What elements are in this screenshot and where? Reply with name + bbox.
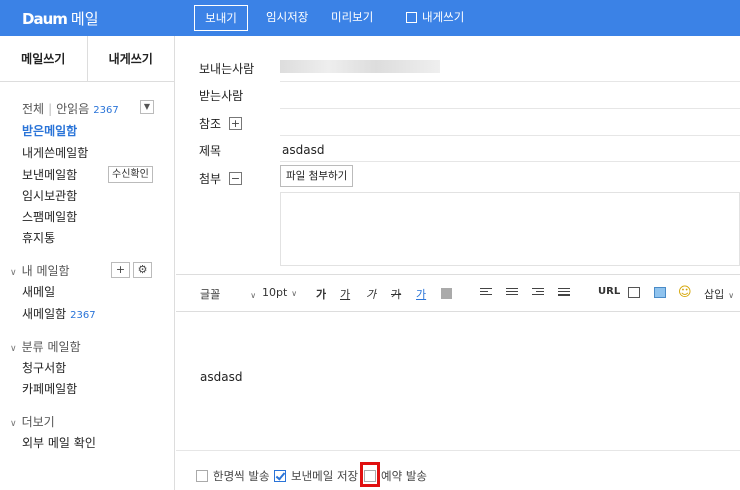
chevron-down-icon: ∨ xyxy=(10,268,17,278)
sidebar-item-bills[interactable]: 청구서함 xyxy=(22,359,66,376)
image-icon[interactable] xyxy=(628,287,640,298)
sidebar-item-new-mail[interactable]: 새메일 xyxy=(22,283,55,300)
top-bar: Daum 메일 보내기 임시저장 미리보기 내게쓰기 xyxy=(0,0,740,36)
editor-toolbar: 글꼴 ∨ 10pt ∨ 가 가 가 가 가 URL ☺ 삽입 ∨ xyxy=(176,274,740,312)
my-mailbox-title: 내 메일함 xyxy=(21,264,70,278)
unread-count[interactable]: 2367 xyxy=(93,105,118,116)
font-size-label: 10pt xyxy=(262,286,288,299)
send-to-self-checkbox[interactable] xyxy=(406,12,417,23)
all-mail-link[interactable]: 전체 xyxy=(22,102,44,116)
italic-button[interactable]: 가 xyxy=(366,286,376,302)
category-title: 분류 메일함 xyxy=(21,340,81,354)
sidebar-item-sent-to-self[interactable]: 내게쓴메일함 xyxy=(22,144,88,161)
tab-write-to-self[interactable]: 내게쓰기 xyxy=(86,36,175,81)
font-select-label: 글꼴 xyxy=(200,288,221,301)
sidebar-item-spam[interactable]: 스팸메일함 xyxy=(22,208,77,225)
to-label: 받는사람 xyxy=(199,89,244,103)
insert-label: 삽입 xyxy=(704,288,725,301)
add-folder-icon[interactable]: + xyxy=(111,262,130,278)
new-mailbox-label: 새메일함 xyxy=(22,307,67,321)
read-receipt-button[interactable]: 수신확인 xyxy=(108,166,153,183)
send-individually-checkbox[interactable] xyxy=(196,470,208,482)
gear-icon[interactable]: ⚙ xyxy=(133,262,152,278)
my-mailbox-header[interactable]: ∨ 내 메일함 xyxy=(10,262,70,279)
chevron-down-icon: ∨ xyxy=(291,289,298,298)
send-to-self-label: 내게쓰기 xyxy=(422,10,465,24)
send-individually-option[interactable]: 한명씩 발송 xyxy=(196,468,270,484)
sidebar-tabs: 메일쓰기 내게쓰기 xyxy=(0,36,174,82)
logo-text: Daum xyxy=(22,10,68,28)
sidebar: 메일쓰기 내게쓰기 전체 | 안읽음 2367 ▼ 받은메일함 내게쓴메일함 보낸메일… xyxy=(0,36,175,490)
sidebar-item-sent[interactable]: 보낸메일함 xyxy=(22,166,77,183)
new-mailbox-count: 2367 xyxy=(70,310,96,321)
horizontal-line-icon[interactable] xyxy=(558,288,570,299)
category-mailbox-header[interactable]: ∨ 분류 메일함 xyxy=(10,338,81,355)
underline-button[interactable]: 가 xyxy=(340,286,350,302)
sidebar-item-drafts[interactable]: 임시보관함 xyxy=(22,187,77,204)
from-label: 보내는사람 xyxy=(199,62,255,76)
font-size-select[interactable]: 10pt ∨ xyxy=(262,286,297,299)
cc-label: 참조 xyxy=(199,117,222,131)
message-body[interactable]: asdasd xyxy=(200,370,242,384)
reserve-send-label: 예약 발송 xyxy=(381,469,427,483)
service-name: 메일 xyxy=(70,10,99,28)
save-draft-button[interactable]: 임시저장 xyxy=(266,5,308,31)
save-sent-option[interactable]: 보낸메일 저장 xyxy=(274,468,358,484)
subject-input[interactable]: asdasd xyxy=(282,143,324,157)
compose-area: 보내는사람 받는사람 참조 + 제목 asdasd 첨부 − 파일 첨부하기 글… xyxy=(176,36,740,490)
emoticon-icon[interactable]: ☺ xyxy=(678,285,692,300)
save-sent-label: 보낸메일 저장 xyxy=(291,469,359,483)
save-sent-checkbox[interactable] xyxy=(274,470,286,482)
send-to-self-toggle[interactable]: 내게쓰기 xyxy=(406,5,464,31)
indent-icon[interactable] xyxy=(532,288,544,299)
url-button[interactable]: URL xyxy=(598,286,620,297)
attach-file-button[interactable]: 파일 첨부하기 xyxy=(280,165,354,187)
sidebar-item-cafe-mail[interactable]: 카페메일함 xyxy=(22,380,77,397)
sidebar-item-inbox[interactable]: 받은메일함 xyxy=(22,122,77,139)
tab-compose[interactable]: 메일쓰기 xyxy=(0,36,87,81)
background-color-icon[interactable] xyxy=(441,288,452,299)
chevron-down-icon: ∨ xyxy=(728,291,735,300)
more-header[interactable]: ∨ 더보기 xyxy=(10,413,55,430)
numbered-list-icon[interactable] xyxy=(506,288,518,299)
chevron-down-icon: ∨ xyxy=(250,291,257,300)
chevron-down-icon[interactable]: ▼ xyxy=(140,100,154,114)
table-icon[interactable] xyxy=(654,287,666,298)
attach-label: 첨부 xyxy=(199,172,222,186)
divider: | xyxy=(48,102,53,116)
subject-label: 제목 xyxy=(199,144,222,158)
mail-summary: 전체 | 안읽음 2367 xyxy=(22,100,119,117)
more-title: 더보기 xyxy=(21,415,55,429)
send-individually-label: 한명씩 발송 xyxy=(213,469,270,483)
chevron-down-icon: ∨ xyxy=(10,344,17,354)
highlight-box xyxy=(360,462,380,487)
preview-button[interactable]: 미리보기 xyxy=(331,5,373,31)
daum-logo[interactable]: Daum 메일 xyxy=(22,8,99,29)
align-left-icon[interactable] xyxy=(480,288,492,299)
collapse-attach-icon[interactable]: − xyxy=(229,172,242,185)
sidebar-item-new-mailbox[interactable]: 새메일함 2367 xyxy=(22,305,96,322)
font-select[interactable]: 글꼴 ∨ xyxy=(200,286,256,302)
send-button[interactable]: 보내기 xyxy=(194,5,248,31)
to-input-line[interactable] xyxy=(280,108,740,109)
expand-cc-icon[interactable]: + xyxy=(229,117,242,130)
divider xyxy=(176,450,740,451)
sender-address[interactable] xyxy=(280,60,440,73)
cc-input-line[interactable] xyxy=(280,135,740,136)
divider xyxy=(280,161,740,162)
chevron-down-icon: ∨ xyxy=(10,419,17,429)
sidebar-item-external-mail[interactable]: 외부 메일 확인 xyxy=(22,434,96,451)
text-color-button[interactable]: 가 xyxy=(416,286,426,302)
bold-button[interactable]: 가 xyxy=(316,286,326,302)
unread-link[interactable]: 안읽음 xyxy=(56,102,89,116)
sidebar-item-trash[interactable]: 휴지통 xyxy=(22,229,55,246)
insert-menu[interactable]: 삽입 ∨ xyxy=(704,286,734,302)
attachment-drop-area[interactable] xyxy=(280,192,740,266)
strikethrough-button[interactable]: 가 xyxy=(391,286,401,302)
divider xyxy=(280,81,740,82)
